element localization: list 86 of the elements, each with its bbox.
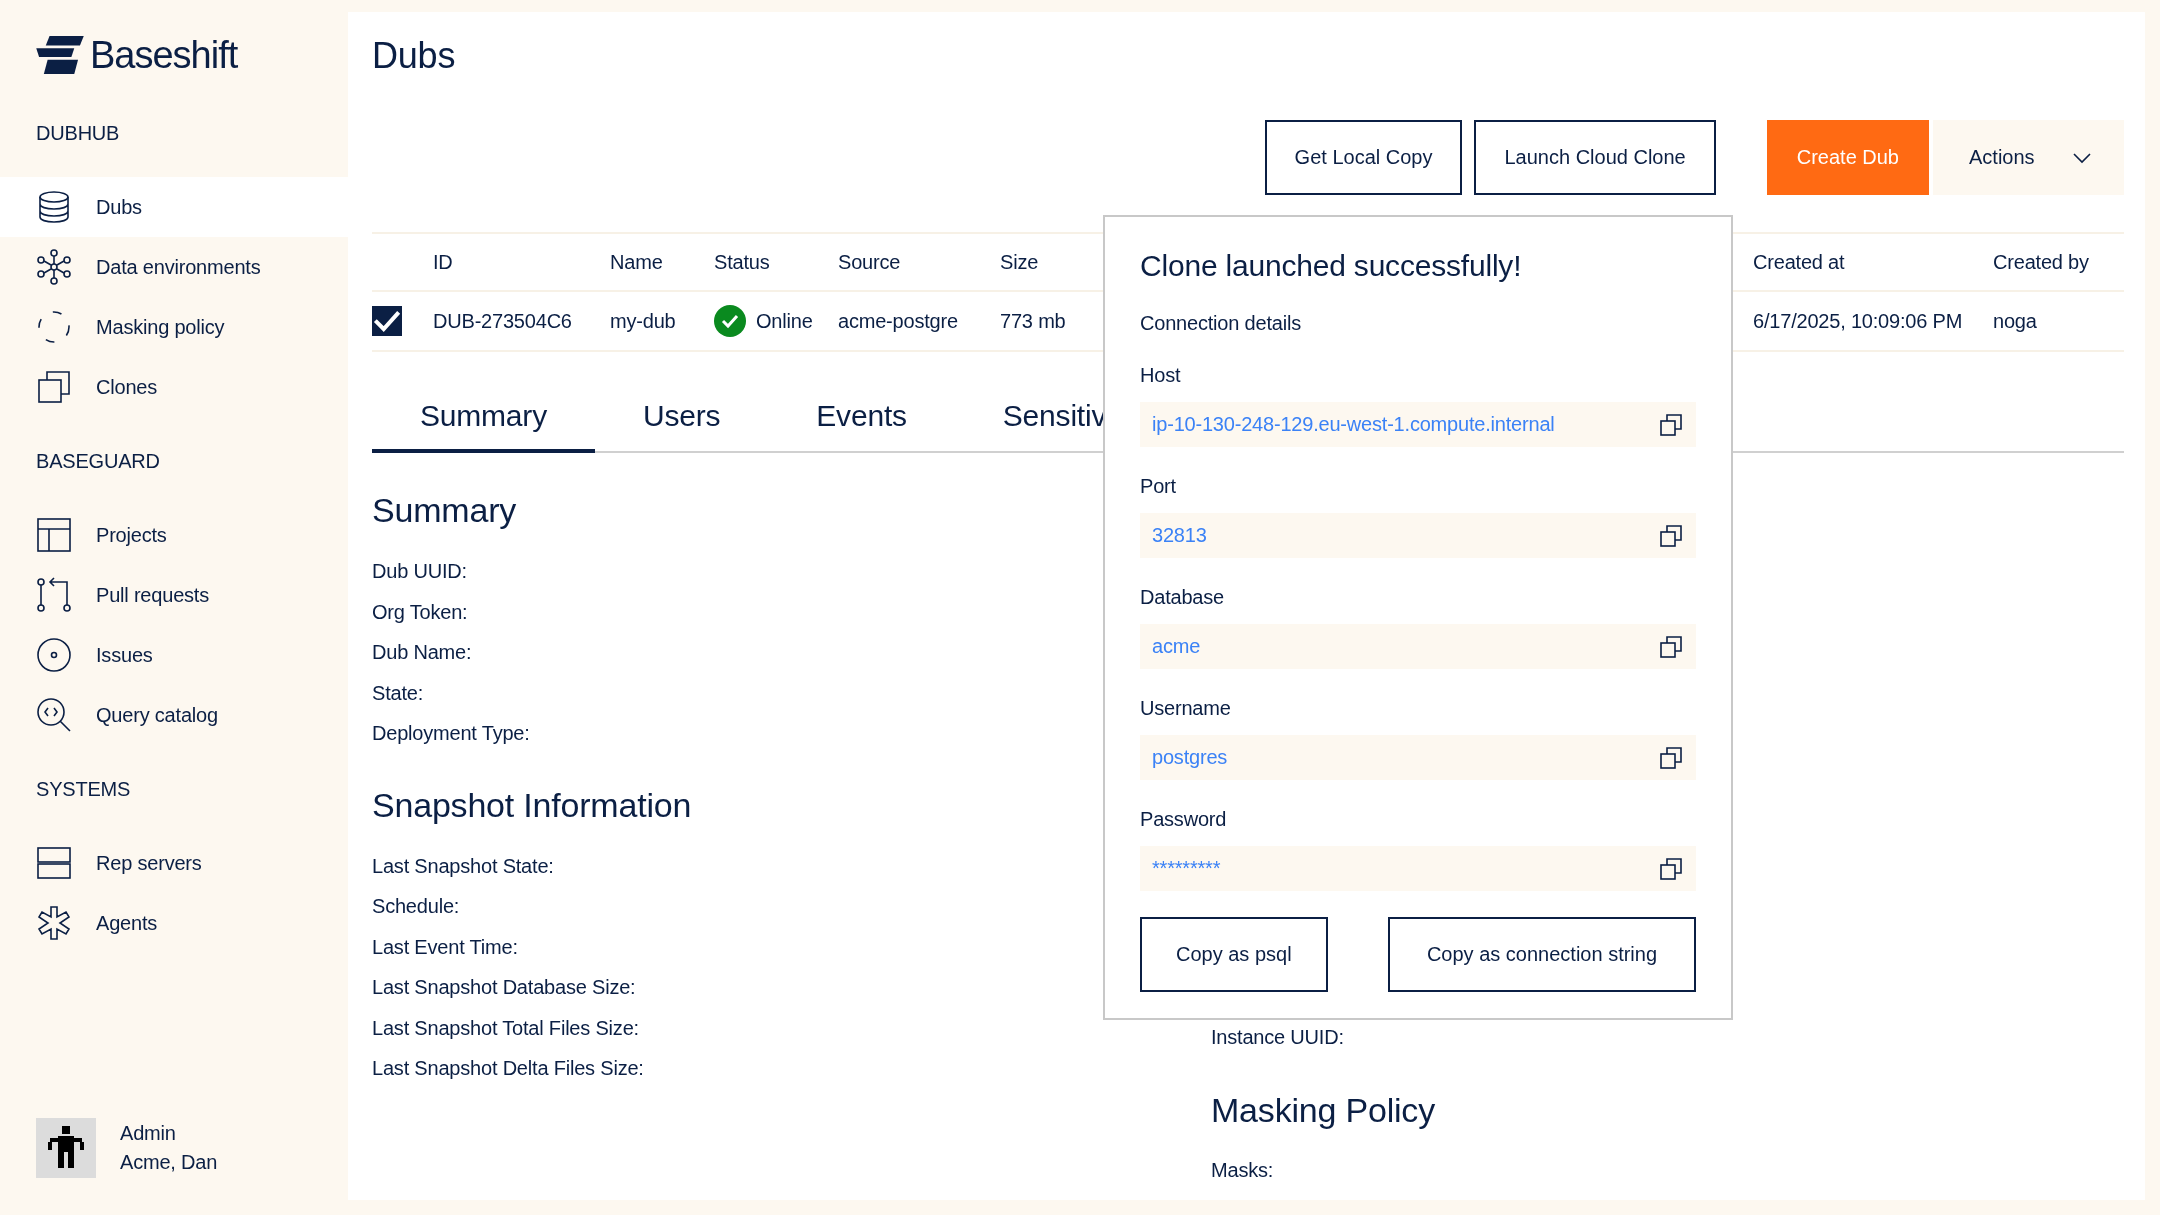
field-label: Masks: [1211, 1157, 1274, 1183]
tab[interactable]: Users [594, 382, 769, 453]
field-label: Schedule: [372, 894, 460, 919]
check-circle-icon [714, 305, 746, 337]
search-icon [36, 697, 72, 733]
section-title: Summary [372, 490, 517, 531]
table-cell: 6/17/2025, 10:09:06 PM [1753, 309, 1963, 333]
column-header: Status [714, 250, 770, 274]
field-label: Host [1140, 363, 1182, 388]
field-label: Last Event Time: [372, 934, 518, 960]
nav-item[interactable]: Dubs [0, 177, 348, 237]
copy-button[interactable]: Copy as connection string [1388, 917, 1696, 992]
section-heading: DUBHUB [35, 121, 121, 146]
tab[interactable]: Summary [372, 382, 595, 453]
user-role: Admin [120, 1121, 177, 1146]
copy-icon[interactable] [1660, 413, 1682, 436]
page-title: Dubs [372, 34, 457, 78]
readonly-field[interactable]: acme [1140, 624, 1696, 669]
user-name: Acme, Dan [120, 1150, 218, 1175]
actions-menu-button[interactable]: Actions [1933, 120, 2124, 195]
copy-icon[interactable] [1660, 635, 1682, 658]
readonly-field[interactable]: ********* [1140, 846, 1696, 891]
section-heading: SYSTEMS [35, 777, 132, 802]
column-header: Size [1000, 250, 1039, 274]
field-label: State: [372, 680, 424, 706]
target-icon [36, 637, 72, 673]
field-label: Dub UUID: [372, 559, 467, 584]
field-label: Password [1140, 807, 1228, 832]
column-header: Name [610, 250, 663, 274]
toolbar-button[interactable]: Launch Cloud Clone [1474, 120, 1716, 195]
column-header: Source [838, 250, 901, 274]
copy-icon[interactable] [1660, 857, 1682, 880]
nav-item[interactable]: Issues [0, 625, 348, 685]
chevron-down-icon [2072, 151, 2092, 164]
tab[interactable]: Events [768, 382, 955, 453]
stacked-squares-icon [36, 369, 72, 405]
popup-title: Clone launched successfully! [1140, 248, 1523, 284]
server-icon [36, 845, 72, 881]
field-label: Last Snapshot Delta Files Size: [372, 1056, 644, 1081]
table-cell: noga [1993, 309, 2037, 333]
asterisk-icon [36, 905, 72, 941]
field-label: Instance UUID: [1211, 1025, 1344, 1050]
column-header: Created at [1753, 250, 1845, 274]
logo-icon [36, 36, 84, 74]
nav-item[interactable]: Agents [0, 893, 348, 953]
avatar-icon [36, 1118, 96, 1178]
column-header: Created by [1993, 250, 2089, 274]
database-icon [36, 189, 72, 225]
field-label: Database [1140, 585, 1225, 610]
toolbar-button[interactable]: Get Local Copy [1264, 120, 1463, 195]
nav-item[interactable]: Clones [0, 357, 348, 417]
copy-icon[interactable] [1660, 524, 1682, 547]
popup-subtitle: Connection details [1140, 311, 1302, 336]
table-cell: my-dub [610, 309, 676, 333]
checkmark-icon [372, 309, 402, 333]
copy-icon[interactable] [1660, 746, 1682, 769]
table-cell: acme-postgre [838, 309, 958, 333]
field-label: Deployment Type: [372, 721, 530, 746]
section-title: Masking Policy [1211, 1089, 1435, 1131]
checkbox[interactable] [372, 306, 402, 336]
nav-item[interactable]: Data environments [0, 237, 348, 297]
nav-item[interactable]: Masking policy [0, 297, 348, 357]
grid-icon [36, 517, 72, 553]
network-icon [36, 249, 72, 285]
nav-item[interactable]: Pull requests [0, 565, 348, 625]
field-label: Username [1140, 696, 1232, 721]
logo-text: Baseshift [90, 33, 238, 77]
field-label: Dub Name: [372, 640, 472, 665]
nav-item[interactable]: Projects [0, 505, 348, 565]
section-heading: BASEGUARD [35, 449, 161, 474]
readonly-field[interactable]: 32813 [1140, 513, 1696, 558]
field-label: Org Token: [372, 599, 468, 625]
copy-button[interactable]: Copy as psql [1140, 917, 1328, 992]
table-cell: DUB-273504C6 [433, 309, 572, 333]
column-header: ID [433, 250, 453, 274]
branch-icon [36, 577, 72, 613]
field-label: Last Snapshot State: [372, 853, 554, 879]
dashed-circle-icon [36, 309, 72, 345]
nav-item[interactable]: Query catalog [0, 685, 348, 745]
table-cell: 773 mb [1000, 309, 1066, 333]
section-title: Snapshot Information [372, 784, 692, 826]
field-label: Last Snapshot Database Size: [372, 975, 636, 1000]
nav-item[interactable]: Rep servers [0, 833, 348, 893]
field-label: Port [1140, 474, 1177, 499]
status-text: Online [756, 309, 813, 333]
field-label: Last Snapshot Total Files Size: [372, 1015, 639, 1041]
